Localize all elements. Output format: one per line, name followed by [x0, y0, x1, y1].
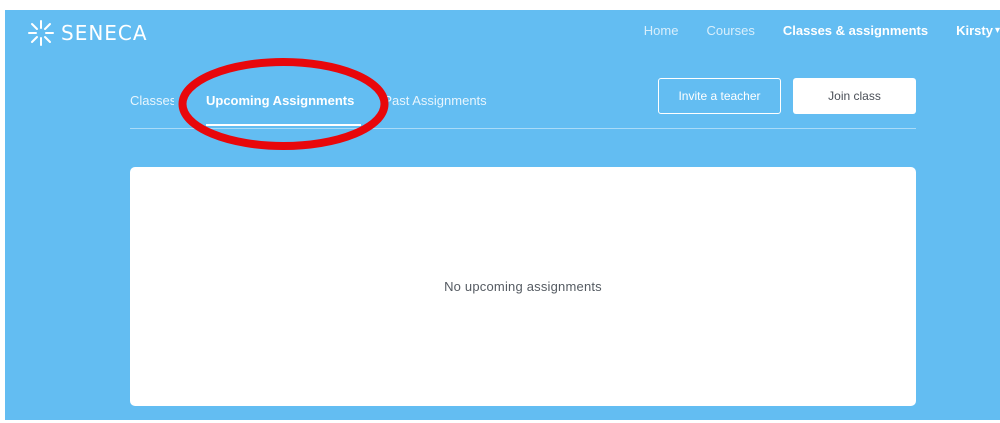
- join-class-button[interactable]: Join class: [793, 78, 916, 114]
- nav-courses[interactable]: Courses: [706, 23, 754, 38]
- user-menu[interactable]: Kirsty ▾: [956, 23, 1000, 38]
- top-navigation: Home Courses Classes & assignments Kirst…: [616, 23, 1000, 38]
- user-name: Kirsty: [956, 23, 993, 38]
- nav-classes-assignments[interactable]: Classes & assignments: [783, 23, 928, 38]
- logo[interactable]: SENECA: [27, 19, 148, 47]
- tab-bar: Classes Upcoming Assignments Past Assign…: [130, 92, 494, 126]
- app-window: SENECA Home Courses Classes & assignment…: [5, 10, 1000, 420]
- spark-icon: [28, 20, 54, 46]
- tab-divider: [130, 128, 916, 129]
- chevron-down-icon: ▾: [994, 25, 1000, 36]
- brand-name: SENECA: [61, 21, 148, 45]
- tab-upcoming-assignments[interactable]: Upcoming Assignments: [206, 92, 362, 126]
- invite-teacher-button[interactable]: Invite a teacher: [658, 78, 781, 114]
- nav-home[interactable]: Home: [644, 23, 679, 38]
- tab-classes[interactable]: Classes: [130, 92, 174, 126]
- tab-past-assignments[interactable]: Past Assignments: [383, 92, 493, 126]
- assignments-panel: No upcoming assignments: [130, 167, 916, 406]
- empty-state-message: No upcoming assignments: [444, 279, 602, 294]
